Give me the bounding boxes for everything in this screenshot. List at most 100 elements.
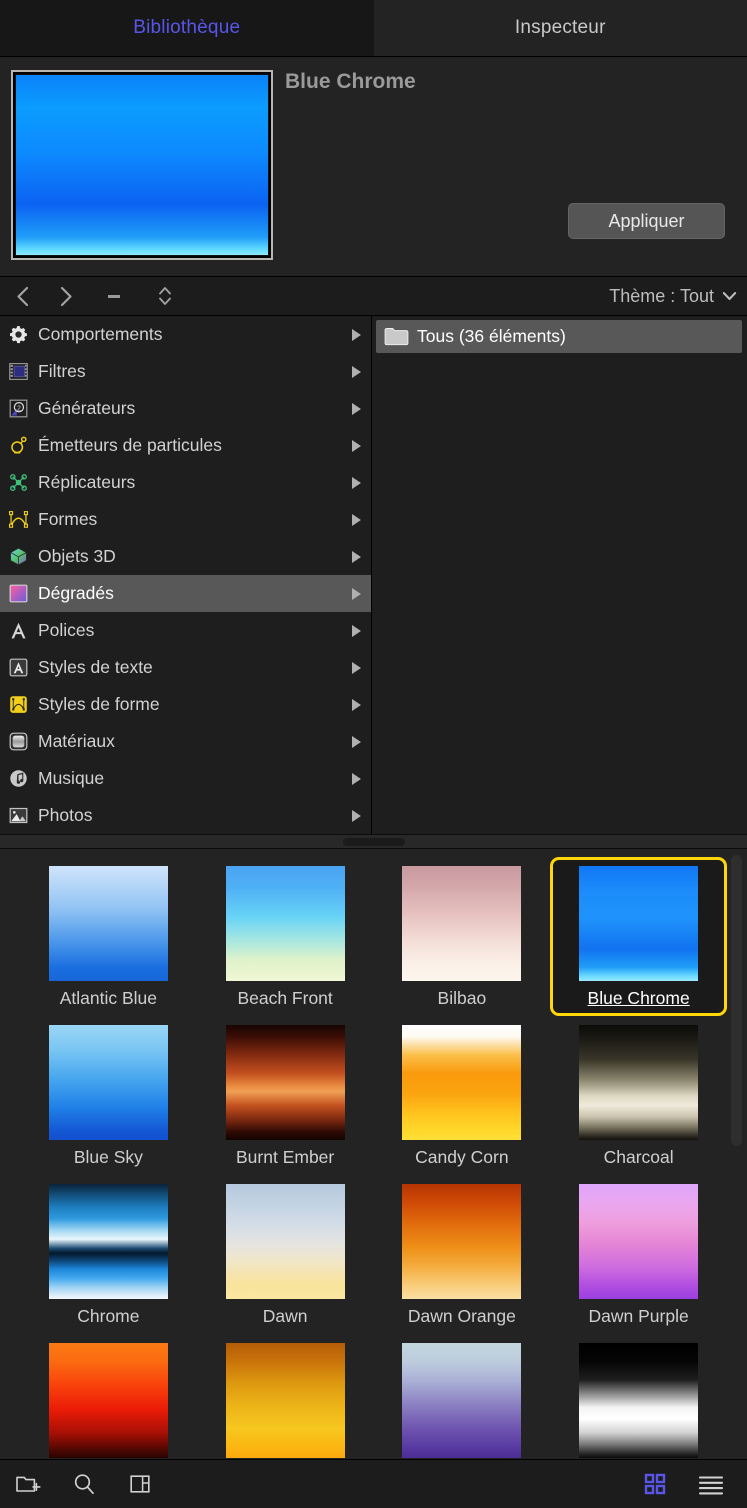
sidebar-item-styles-de-forme[interactable]: Styles de forme: [0, 686, 371, 723]
list-view-button[interactable]: [683, 1460, 739, 1508]
filmstrip-icon: [7, 361, 29, 383]
chevron-right-icon[interactable]: [352, 328, 361, 341]
tab-bibliotheque-label: Bibliothèque: [133, 17, 241, 38]
gradient-cell[interactable]: Fire: [20, 1334, 197, 1459]
gradient-cell[interactable]: Burnt Ember: [197, 1016, 374, 1175]
chevron-right-icon[interactable]: [352, 439, 361, 452]
grid-view-button[interactable]: [627, 1460, 683, 1508]
svg-text:2: 2: [16, 405, 20, 412]
motion-library-window: Bibliothèque Inspecteur Blue Chrome Appl…: [0, 0, 747, 1508]
browser-nav-bar: Thème : Tout: [0, 277, 747, 316]
chevron-down-icon: [722, 292, 737, 300]
view-mode-group: [627, 1460, 739, 1508]
chevron-right-icon[interactable]: [352, 624, 361, 637]
particle-emitter-icon: [7, 435, 29, 457]
top-tab-bar: Bibliothèque Inspecteur: [0, 0, 747, 57]
gradient-cell[interactable]: Atlantic Blue: [20, 857, 197, 1016]
chevron-right-icon[interactable]: [352, 772, 361, 785]
sidebar-panel-button[interactable]: [112, 1460, 168, 1508]
sidebar-item-filtres[interactable]: Filtres: [0, 353, 371, 390]
sidebar-item-materiaux[interactable]: Matériaux: [0, 723, 371, 760]
stepper-button[interactable]: [140, 277, 190, 315]
chevron-left-icon: [16, 286, 28, 306]
gradient-swatch-icon: [48, 1025, 168, 1140]
apply-button-label: Appliquer: [608, 210, 685, 231]
resize-grip-icon: [342, 837, 405, 846]
search-icon: [74, 1474, 94, 1495]
grid-scrollbar[interactable]: [731, 855, 742, 1146]
gradient-cell[interactable]: Bilbao: [374, 857, 551, 1016]
page-title: Blue Chrome: [285, 70, 416, 93]
new-folder-icon: [16, 1476, 41, 1492]
back-button[interactable]: [0, 277, 44, 315]
theme-dropdown[interactable]: Thème : Tout: [609, 277, 737, 315]
forward-button[interactable]: [44, 277, 88, 315]
library-browser: Comportements Filtres 2 Générateurs Émet…: [0, 316, 747, 834]
theme-dropdown-label: Thème : Tout: [609, 285, 714, 306]
gradient-grid: Atlantic Blue Beach Front Bilbao Blue Chrom…: [0, 849, 747, 1459]
sidebar-item-label: Polices: [38, 620, 95, 640]
chevron-right-icon[interactable]: [352, 365, 361, 378]
chevron-right-icon[interactable]: [352, 476, 361, 489]
chevron-right-icon[interactable]: [352, 550, 361, 563]
tab-bibliotheque[interactable]: Bibliothèque: [0, 0, 374, 56]
sidebar-item-styles-de-texte[interactable]: Styles de texte: [0, 649, 371, 686]
sidebar-item-photos[interactable]: Photos: [0, 797, 371, 834]
sidebar-item-generateurs[interactable]: 2 Générateurs: [0, 390, 371, 427]
gradient-cell[interactable]: Gold: [197, 1334, 374, 1459]
gradient-cell-label: Burnt Ember: [236, 1147, 335, 1167]
generator-icon: 2: [7, 398, 29, 420]
gradient-cell[interactable]: Blue Sky: [20, 1016, 197, 1175]
chevron-right-icon[interactable]: [352, 513, 361, 526]
sidebar-item-formes[interactable]: Formes: [0, 501, 371, 538]
gradient-swatch-icon: [579, 866, 699, 981]
shape-curve-icon: [7, 509, 29, 531]
gradient-cell[interactable]: Silver: [550, 1334, 727, 1459]
chevron-right-icon[interactable]: [352, 735, 361, 748]
sidebar-item-label: Matériaux: [38, 731, 115, 751]
chevron-right-icon[interactable]: [352, 698, 361, 711]
gradient-cell-label: Dawn Purple: [588, 1306, 689, 1326]
gradient-cell[interactable]: Dawn Purple: [550, 1175, 727, 1334]
new-folder-button[interactable]: [0, 1460, 56, 1508]
gradient-cell[interactable]: Dawn: [197, 1175, 374, 1334]
chevron-right-icon[interactable]: [352, 402, 361, 415]
gear-icon: [7, 324, 29, 346]
chevron-right-icon[interactable]: [352, 587, 361, 600]
sidebar-item-label: Dégradés: [38, 583, 114, 603]
gradient-cell[interactable]: Charcoal: [550, 1016, 727, 1175]
folder-row-tous[interactable]: Tous (36 éléments): [376, 320, 742, 353]
sidebar-item-musique[interactable]: Musique: [0, 760, 371, 797]
search-button[interactable]: [56, 1460, 112, 1508]
sidebar-item-label: Comportements: [38, 324, 163, 344]
sidebar-item-emetteurs-de-particules[interactable]: Émetteurs de particules: [0, 427, 371, 464]
sidebar-item-polices[interactable]: Polices: [0, 612, 371, 649]
tab-inspecteur[interactable]: Inspecteur: [373, 0, 747, 56]
gradient-cell[interactable]: Dawn Orange: [374, 1175, 551, 1334]
gradient-cell-label: Blue Sky: [73, 1147, 143, 1167]
preview-thumbnail[interactable]: [11, 70, 273, 260]
category-list: Comportements Filtres 2 Générateurs Émet…: [0, 316, 372, 834]
panel-splitter[interactable]: [0, 834, 747, 849]
sidebar-item-degrades[interactable]: Dégradés: [0, 575, 371, 612]
gradient-swatch-icon: [579, 1025, 699, 1140]
sidebar-item-label: Formes: [38, 509, 98, 529]
sidebar-item-label: Styles de texte: [38, 657, 153, 677]
gradient-cell[interactable]: Chrome: [20, 1175, 197, 1334]
gradient-cell[interactable]: Lavender: [374, 1334, 551, 1459]
gradient-swatch-icon: [48, 1184, 168, 1299]
sidebar-item-replicateurs[interactable]: Réplicateurs: [0, 464, 371, 501]
folder-pane: Tous (36 éléments): [372, 316, 747, 834]
apply-button[interactable]: Appliquer: [568, 203, 725, 239]
sidebar-item-comportements[interactable]: Comportements: [0, 316, 371, 353]
bottom-toolbar: [0, 1459, 747, 1508]
gradient-cell[interactable]: Blue Chrome: [550, 857, 727, 1016]
chevron-right-icon[interactable]: [352, 661, 361, 674]
gradient-swatch-icon: [48, 1343, 168, 1458]
gradient-cell[interactable]: Candy Corn: [374, 1016, 551, 1175]
sidebar-item-label: Photos: [38, 805, 93, 825]
sidebar-item-objets-3d[interactable]: Objets 3D: [0, 538, 371, 575]
gradient-cell[interactable]: Beach Front: [197, 857, 374, 1016]
chevron-right-icon[interactable]: [352, 809, 361, 822]
gradient-preview-icon: [15, 74, 269, 256]
